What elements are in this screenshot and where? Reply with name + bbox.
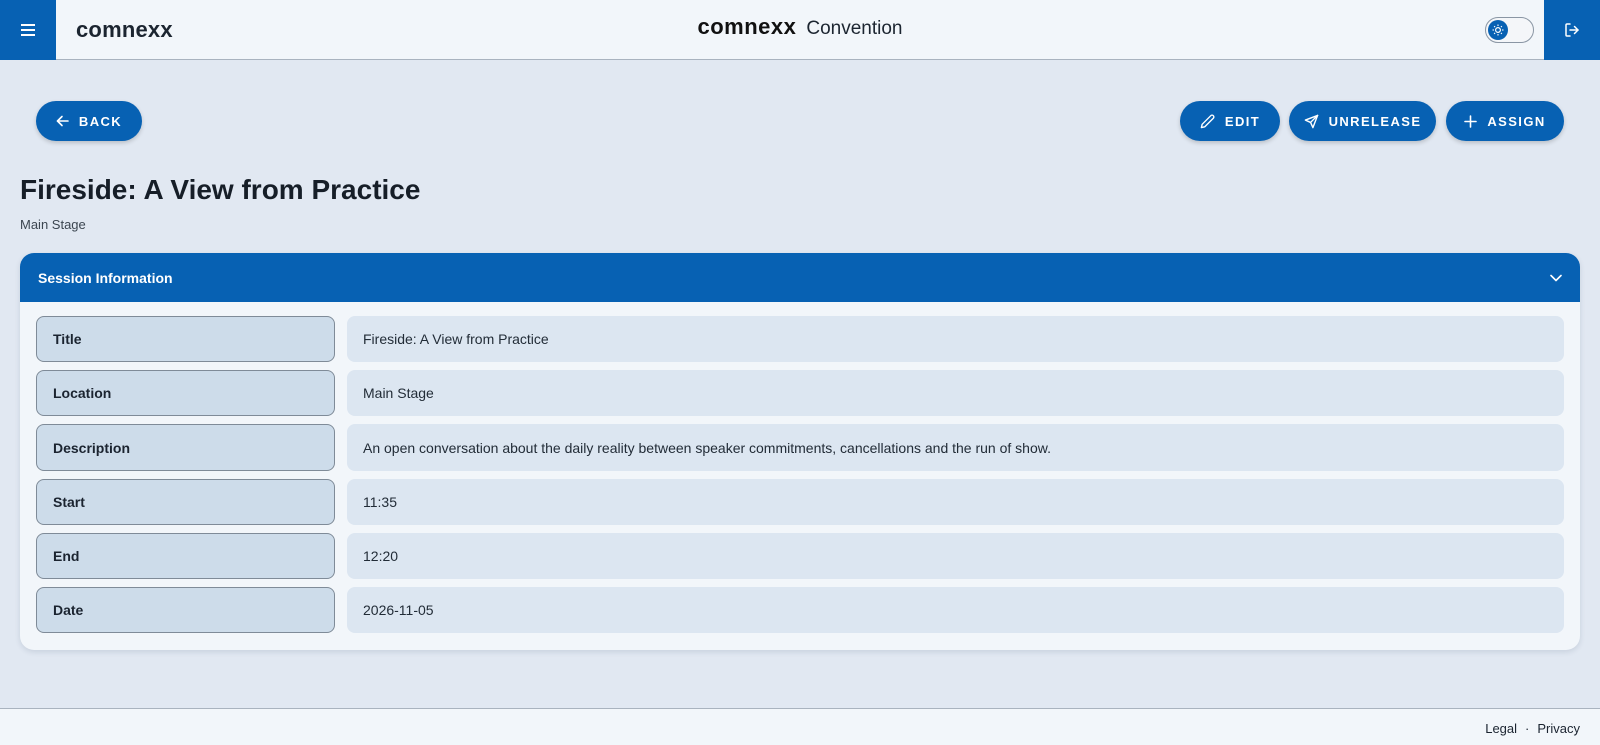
chevron-down-icon[interactable] bbox=[1550, 274, 1562, 282]
edit-button-label: EDIT bbox=[1224, 113, 1261, 129]
logout-icon bbox=[1565, 23, 1579, 37]
field-value: An open conversation about the daily rea… bbox=[347, 424, 1564, 471]
field-row-location: Location Main Stage bbox=[36, 370, 1564, 416]
unrelease-button-label: UNRELEASE bbox=[1328, 113, 1422, 129]
edit-button[interactable]: EDIT bbox=[1180, 101, 1280, 141]
card-title: Session Information bbox=[38, 269, 173, 286]
field-label: Title bbox=[36, 316, 335, 362]
assign-button[interactable]: ASSIGN bbox=[1446, 101, 1564, 141]
unrelease-button[interactable]: UNRELEASE bbox=[1289, 101, 1436, 141]
legal-link[interactable]: Legal bbox=[1485, 721, 1517, 736]
back-button[interactable]: BACK bbox=[36, 101, 142, 141]
field-value: Fireside: A View from Practice bbox=[347, 316, 1564, 362]
field-value: Main Stage bbox=[347, 370, 1564, 416]
footer-separator: · bbox=[1525, 721, 1530, 736]
field-label: Date bbox=[36, 587, 335, 633]
back-button-label: BACK bbox=[78, 113, 123, 129]
theme-toggle[interactable] bbox=[1485, 17, 1534, 43]
page-title: Fireside: A View from Practice bbox=[20, 174, 421, 205]
field-label: Start bbox=[36, 479, 335, 525]
app-name: Convention bbox=[806, 18, 903, 39]
footer: Legal · Privacy bbox=[0, 708, 1600, 745]
field-value: 12:20 bbox=[347, 533, 1564, 579]
field-row-start: Start 11:35 bbox=[36, 479, 1564, 525]
app-title: comnexx Convention bbox=[0, 14, 1600, 40]
toggle-knob bbox=[1488, 20, 1508, 40]
pencil-icon bbox=[1200, 114, 1215, 128]
logout-button[interactable] bbox=[1544, 0, 1600, 60]
top-bar: comnexx comnexx Convention bbox=[0, 0, 1600, 60]
assign-button-label: ASSIGN bbox=[1487, 113, 1546, 129]
field-row-title: Title Fireside: A View from Practice bbox=[36, 316, 1564, 362]
privacy-link[interactable]: Privacy bbox=[1537, 721, 1580, 736]
logo: comnexx bbox=[697, 14, 797, 39]
field-row-end: End 12:20 bbox=[36, 533, 1564, 579]
field-value: 2026-11-05 bbox=[347, 587, 1564, 633]
session-information-card: Session Information Title Fireside: A Vi… bbox=[20, 253, 1580, 650]
arrow-left-icon bbox=[56, 115, 69, 127]
field-label: End bbox=[36, 533, 335, 579]
session-information-header[interactable]: Session Information bbox=[20, 253, 1580, 302]
field-row-date: Date 2026-11-05 bbox=[36, 587, 1564, 633]
session-fields: Title Fireside: A View from Practice Loc… bbox=[20, 302, 1580, 633]
field-row-description: Description An open conversation about t… bbox=[36, 424, 1564, 471]
footer-links: Legal · Privacy bbox=[1485, 721, 1580, 736]
field-label: Description bbox=[36, 424, 335, 471]
sun-icon bbox=[1492, 24, 1504, 36]
field-label: Location bbox=[36, 370, 335, 416]
field-value: 11:35 bbox=[347, 479, 1564, 525]
plus-icon bbox=[1464, 114, 1478, 128]
send-icon bbox=[1304, 114, 1318, 128]
page-subtitle: Main Stage bbox=[20, 217, 86, 232]
